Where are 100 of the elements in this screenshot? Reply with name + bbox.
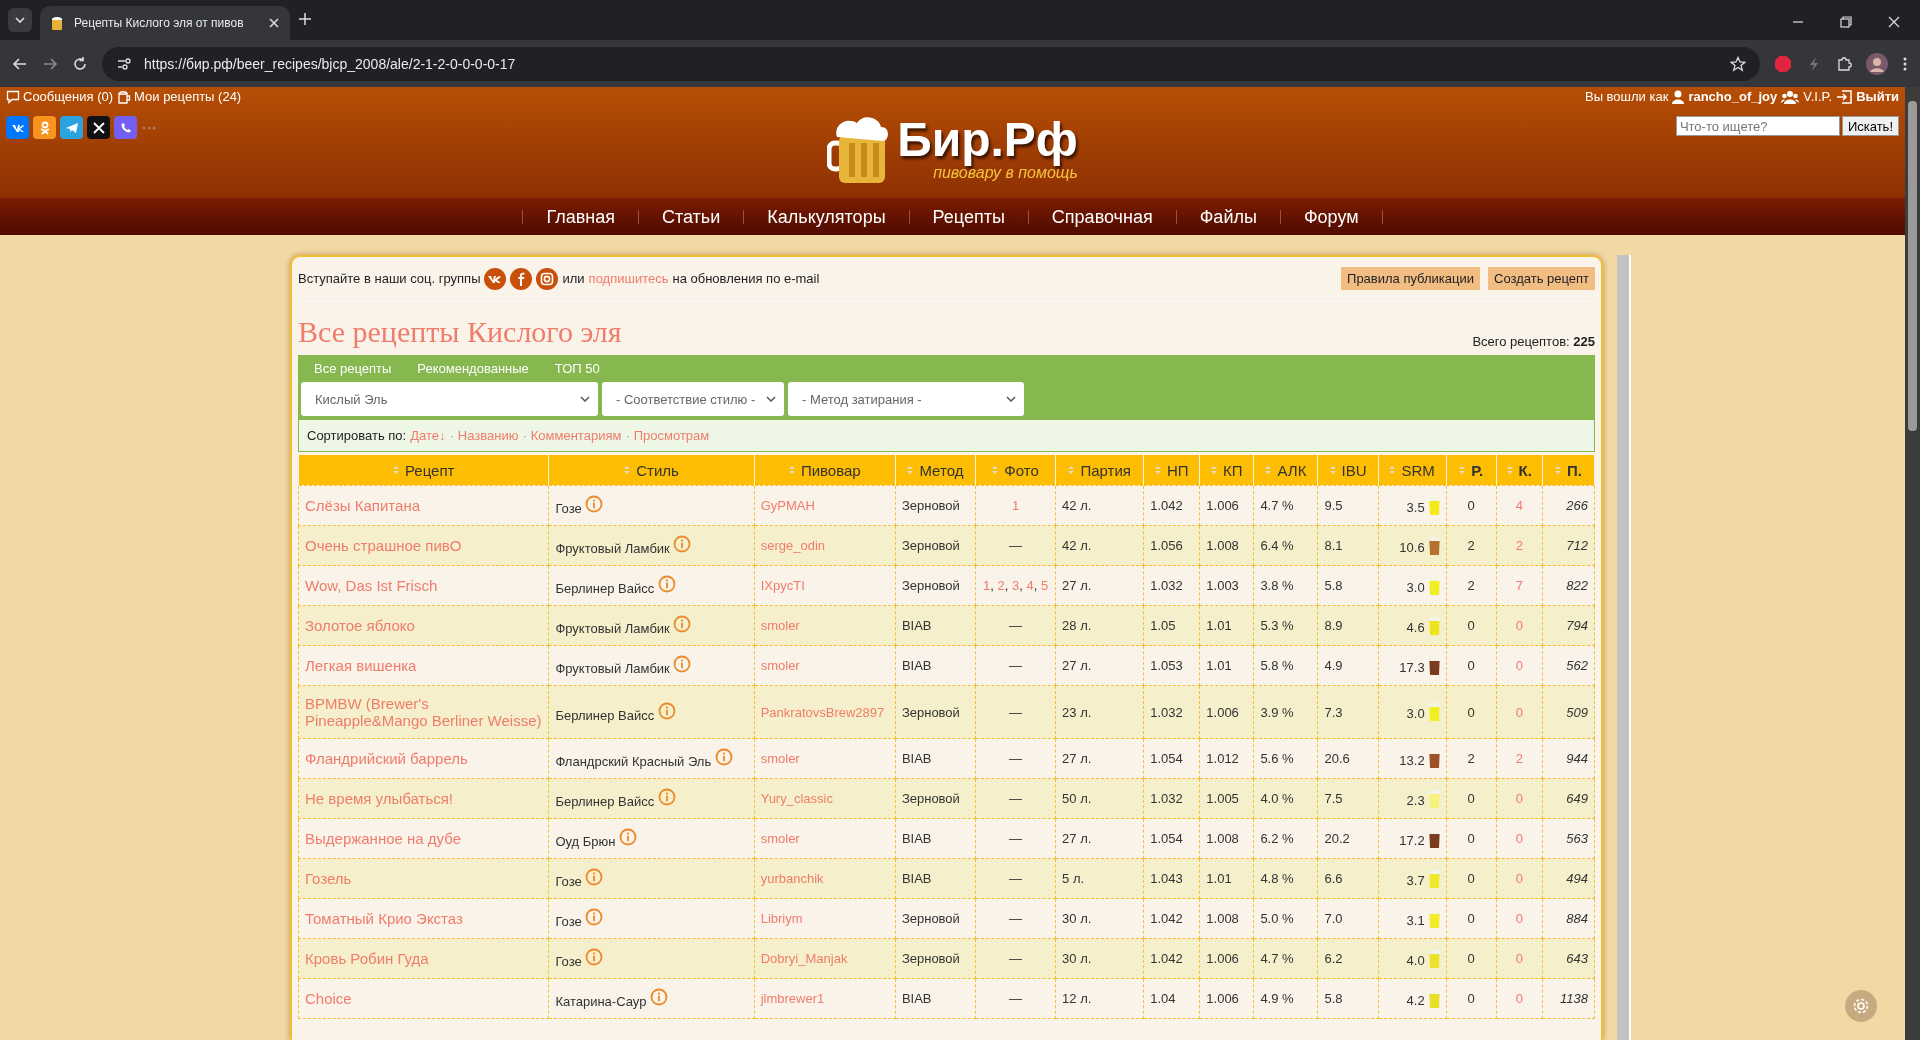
- comments-link[interactable]: 0: [1515, 658, 1523, 673]
- column-header[interactable]: К.: [1496, 454, 1543, 486]
- brewer-link[interactable]: smoler: [760, 658, 800, 673]
- logout-link[interactable]: Выйти: [1856, 89, 1899, 104]
- browser-tab[interactable]: Рецепты Кислого эля от пивов: [40, 6, 290, 40]
- column-header[interactable]: Фото: [975, 454, 1056, 486]
- table-cell: 12 л.: [1062, 991, 1092, 1006]
- comments-link[interactable]: 0: [1515, 991, 1523, 1006]
- comments-link[interactable]: 4: [1515, 498, 1523, 513]
- filter-select[interactable]: - Соответствие стилю -: [602, 382, 784, 416]
- column-header[interactable]: Рецепт: [298, 454, 549, 486]
- facebook-icon[interactable]: [510, 267, 533, 290]
- comments-link[interactable]: 0: [1515, 618, 1523, 633]
- comments-link[interactable]: 0: [1515, 831, 1523, 846]
- instagram-icon[interactable]: [536, 267, 559, 290]
- close-icon[interactable]: [268, 17, 280, 29]
- search-field[interactable]: Что-то ищете?: [1675, 116, 1840, 136]
- username-link[interactable]: rancho_of_joy: [1688, 89, 1778, 104]
- restore-icon[interactable]: [1840, 16, 1852, 28]
- column-header[interactable]: НП: [1143, 454, 1200, 486]
- column-header[interactable]: SRM: [1378, 454, 1447, 486]
- comments-link[interactable]: 2: [1515, 751, 1523, 766]
- photo-link[interactable]: 1: [1011, 498, 1020, 513]
- comments-link[interactable]: 0: [1515, 704, 1523, 720]
- more-menu-icon[interactable]: [1902, 55, 1908, 72]
- brewer-link[interactable]: serge_odin: [760, 538, 825, 553]
- header-link[interactable]: Сообщения (0): [6, 89, 114, 104]
- column-header[interactable]: Партия: [1055, 454, 1144, 486]
- logo-title[interactable]: Бир.Рф: [897, 115, 1078, 164]
- column-header[interactable]: Р.: [1446, 454, 1497, 486]
- comments-link[interactable]: 2: [1515, 538, 1523, 553]
- brewer-link[interactable]: smoler: [760, 751, 800, 766]
- brewer-link[interactable]: yurbanchik: [760, 871, 824, 886]
- close-icon[interactable]: [1888, 16, 1900, 28]
- plus-icon[interactable]: [298, 12, 312, 26]
- logout-icon[interactable]: [1836, 89, 1853, 104]
- comments-link[interactable]: 7: [1515, 578, 1523, 593]
- site-settings-icon[interactable]: [116, 55, 132, 72]
- action-button[interactable]: Правила публикации: [1341, 267, 1480, 290]
- brewer-link[interactable]: jlmbrewer1: [760, 991, 825, 1006]
- column-header[interactable]: АЛК: [1253, 454, 1318, 486]
- brewer-link[interactable]: smoler: [760, 831, 800, 846]
- sort-link[interactable]: Комментариям: [530, 428, 622, 443]
- filter-select[interactable]: - Метод затирания -: [788, 382, 1024, 416]
- sort-link[interactable]: Названию: [457, 428, 519, 443]
- filter-select[interactable]: Кислый Эль: [301, 382, 598, 416]
- stop-sign-icon[interactable]: [1774, 54, 1792, 73]
- comments-link[interactable]: 0: [1515, 791, 1523, 806]
- photo-link[interactable]: 4: [1026, 578, 1034, 593]
- column-header[interactable]: Стиль: [548, 454, 755, 486]
- scrollbar[interactable]: [1617, 255, 1631, 1040]
- vk-icon[interactable]: [6, 116, 29, 139]
- forward-icon[interactable]: [42, 55, 58, 72]
- sort-link[interactable]: Дате↓: [410, 428, 446, 443]
- header-link[interactable]: Мои рецепты (24): [117, 89, 242, 104]
- reload-icon[interactable]: [72, 55, 88, 72]
- search-button[interactable]: Искать!: [1841, 116, 1899, 136]
- column-header[interactable]: IBU: [1318, 454, 1379, 486]
- address-bar[interactable]: https://бир.рф/beer_recipes/bjcp_2008/ale/2-1-2-0-0-0-0-17: [102, 46, 1760, 81]
- scrollbar[interactable]: [1905, 87, 1920, 1040]
- info-icon: [650, 988, 668, 1006]
- table-cell: 4.0: [1406, 952, 1425, 968]
- brewer-link[interactable]: IXpycTI: [760, 578, 805, 593]
- table-cell: BIAB: [901, 751, 932, 766]
- recipe-tab[interactable]: Рекомендованные: [417, 361, 529, 376]
- sort-link[interactable]: Просмотрам: [633, 428, 710, 443]
- brewer-link[interactable]: Libriym: [760, 911, 803, 926]
- comments-link[interactable]: 0: [1515, 951, 1523, 966]
- phone-icon[interactable]: [114, 116, 137, 139]
- star-icon[interactable]: [1730, 55, 1746, 72]
- nav-link[interactable]: Главная: [522, 209, 638, 224]
- person-icon[interactable]: [33, 116, 56, 139]
- brewer-link[interactable]: Yury_classic: [760, 791, 833, 806]
- column-header[interactable]: П.: [1542, 454, 1595, 486]
- back-icon[interactable]: [12, 55, 28, 72]
- action-button[interactable]: Создать рецепт: [1488, 267, 1595, 290]
- brewer-link[interactable]: smoler: [760, 618, 800, 633]
- photo-link[interactable]: 5: [1040, 578, 1049, 593]
- tab-list-button[interactable]: [8, 8, 32, 32]
- recipe-tab[interactable]: ТОП 50: [554, 361, 600, 376]
- puzzle-icon[interactable]: [1836, 55, 1852, 72]
- comments-link[interactable]: 0: [1515, 911, 1523, 926]
- paper-plane-icon[interactable]: [60, 116, 83, 139]
- nav-link[interactable]: Статьи: [637, 209, 744, 224]
- avatar-icon[interactable]: [1866, 52, 1888, 75]
- recipe-tab[interactable]: Все рецепты: [314, 361, 392, 376]
- column-header[interactable]: КП: [1199, 454, 1254, 486]
- comments-link[interactable]: 0: [1515, 871, 1523, 886]
- vk-icon[interactable]: [484, 267, 507, 290]
- style-name: Гозе: [555, 914, 582, 929]
- table-cell: —: [1009, 704, 1023, 720]
- x-icon[interactable]: [87, 116, 110, 139]
- photo-link[interactable]: 2: [997, 578, 1005, 593]
- column-header[interactable]: Метод: [895, 454, 976, 486]
- table-cell: 4.9 %: [1260, 991, 1294, 1006]
- nav-link[interactable]: Файлы: [1175, 209, 1280, 224]
- table-cell: 1.006: [1206, 498, 1239, 513]
- brewer-link[interactable]: GyPMAH: [760, 498, 815, 513]
- column-header[interactable]: Пивовар: [754, 454, 896, 486]
- subscribe-link[interactable]: подпишитесь: [588, 271, 669, 286]
